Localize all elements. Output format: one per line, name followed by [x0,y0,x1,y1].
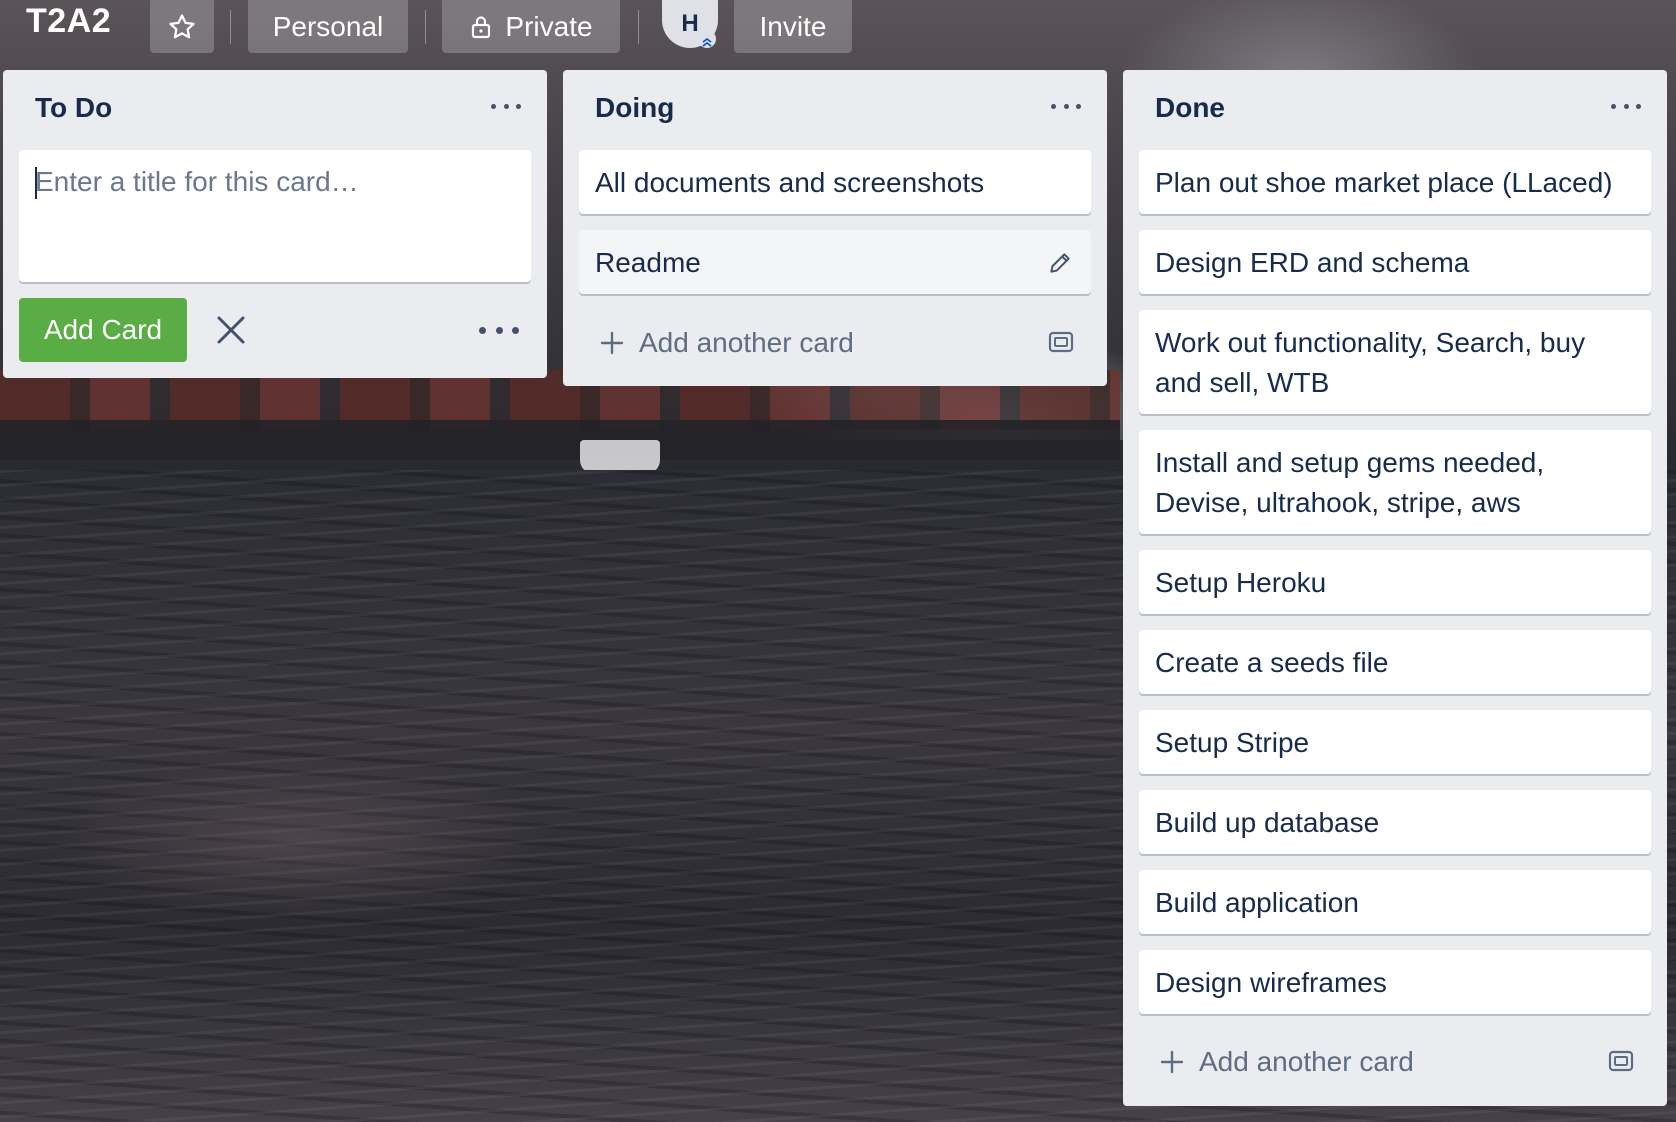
card[interactable]: Design wireframes [1139,950,1651,1014]
close-icon[interactable] [211,310,251,350]
list-doing: Doing All documents and screenshots Read… [563,70,1107,386]
text-caret [35,167,37,199]
invite-label: Invite [759,10,827,42]
lock-icon [472,15,491,38]
list-done: Done Plan out shoe market place (LLaced)… [1123,70,1667,1106]
card[interactable]: Setup Heroku [1139,550,1651,614]
card[interactable]: All documents and screenshots [579,150,1091,214]
card[interactable]: Plan out shoe market place (LLaced) [1139,150,1651,214]
list-menu-ellipsis-icon[interactable] [1051,96,1081,116]
add-another-card-button[interactable]: Add another card [599,323,854,363]
member-avatar-initial: H [681,10,699,37]
card-title: Readme [595,247,701,278]
background-pier [0,420,1120,460]
board-header: T2A2 Personal Private H Invite [0,0,1676,54]
member-avatar[interactable]: H [662,0,718,48]
list-menu-ellipsis-icon[interactable] [491,96,521,116]
admin-badge-icon [698,30,716,48]
add-card-button[interactable]: Add Card [19,298,187,362]
card-title-input[interactable] [19,150,531,282]
card[interactable]: Create a seeds file [1139,630,1651,694]
invite-button[interactable]: Invite [734,0,852,53]
privacy-label: Private [505,10,593,42]
card[interactable]: Install and setup gems needed, Devise, u… [1139,430,1651,534]
header-divider [425,10,426,44]
list-title[interactable]: To Do [35,92,112,124]
list-todo: To Do Add Card [3,70,547,378]
pencil-icon[interactable] [1047,250,1073,276]
card[interactable]: Build up database [1139,790,1651,854]
plus-icon [1160,1050,1184,1074]
add-another-card-label: Add another card [1199,1046,1414,1077]
team-visibility-button[interactable]: Personal [248,0,408,53]
star-icon [169,13,195,38]
star-board-button[interactable] [150,0,214,53]
list-menu-ellipsis-icon[interactable] [1611,96,1641,116]
header-divider [638,10,639,44]
card-template-icon[interactable] [1607,1047,1635,1075]
privacy-button[interactable]: Private [442,0,620,53]
board-title[interactable]: T2A2 [26,2,111,41]
team-visibility-label: Personal [272,10,384,42]
list-title[interactable]: Doing [595,92,674,124]
background-water-reflection [0,720,700,970]
card[interactable]: Build application [1139,870,1651,934]
card[interactable]: Readme [579,230,1091,294]
add-another-card-button[interactable]: Add another card [1159,1042,1414,1082]
background-boat [580,440,660,474]
card[interactable]: Design ERD and schema [1139,230,1651,294]
composer-options-ellipsis-icon[interactable] [479,324,519,336]
card[interactable]: Work out functionality, Search, buy and … [1139,310,1651,414]
card-composer [19,150,531,282]
plus-icon [600,331,624,355]
header-divider [230,10,231,44]
list-title[interactable]: Done [1155,92,1225,124]
card[interactable]: Setup Stripe [1139,710,1651,774]
add-another-card-label: Add another card [639,327,854,358]
card-template-icon[interactable] [1047,328,1075,356]
